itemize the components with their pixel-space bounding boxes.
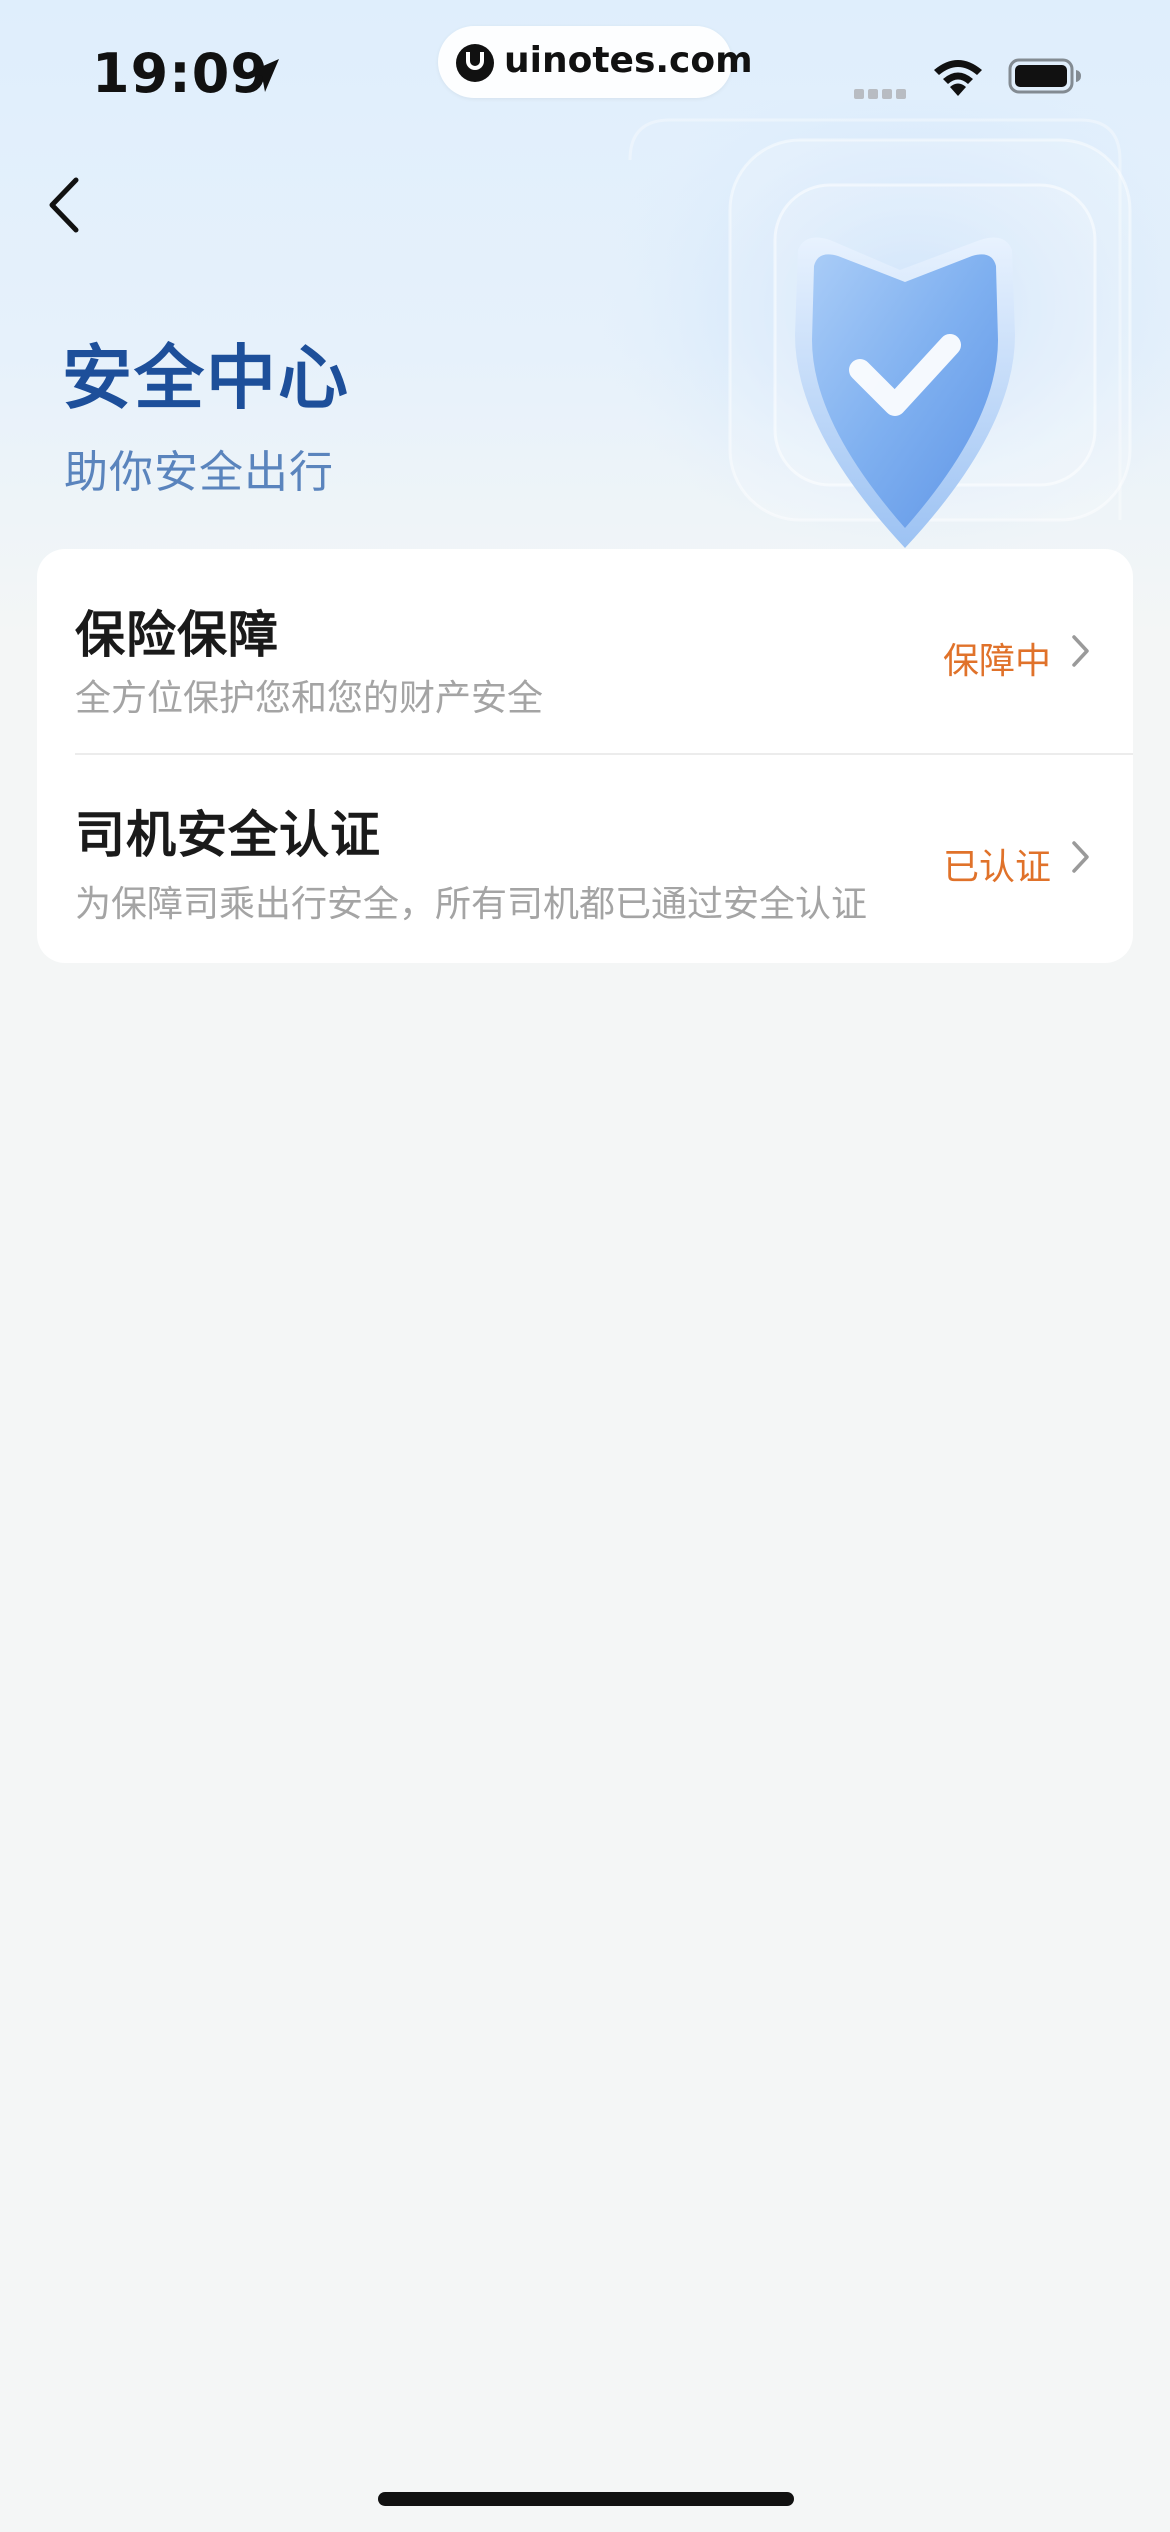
status-badge: 已认证 — [942, 847, 1051, 888]
location-arrow-icon — [247, 59, 279, 92]
chevron-right-icon — [1072, 635, 1089, 667]
item-title: 司机安全认证 — [75, 806, 381, 864]
list-item-insurance[interactable]: 保险保障 全方位保护您和您的财产安全 保障中 — [37, 549, 1133, 755]
battery-icon — [1008, 58, 1081, 94]
site-logo-icon — [456, 44, 494, 82]
cellular-signal-icon — [854, 84, 914, 99]
shield-check-icon — [600, 100, 1170, 560]
home-indicator[interactable] — [378, 2492, 794, 2506]
url-pill[interactable]: uinotes.com — [438, 26, 753, 98]
chevron-right-icon — [1072, 841, 1089, 873]
wifi-icon — [934, 60, 982, 96]
page-title: 安全中心 — [62, 337, 350, 419]
item-description: 为保障司乘出行安全，所有司机都已通过安全认证 — [75, 884, 868, 925]
item-title: 保险保障 — [75, 606, 279, 664]
status-badge: 保障中 — [942, 641, 1051, 682]
safety-options-card: 保险保障 全方位保护您和您的财产安全 保障中 司机安全认证 为保障司乘出行安全，… — [37, 549, 1133, 963]
back-button[interactable] — [42, 170, 92, 240]
item-description: 全方位保护您和您的财产安全 — [75, 678, 544, 719]
divider — [75, 753, 1133, 755]
list-item-driver-verification[interactable]: 司机安全认证 为保障司乘出行安全，所有司机都已通过安全认证 已认证 — [37, 757, 1133, 963]
url-text: uinotes.com — [504, 40, 753, 81]
page-subtitle: 助你安全出行 — [64, 447, 334, 498]
status-bar: 19:09 uinotes.com — [0, 0, 1170, 150]
